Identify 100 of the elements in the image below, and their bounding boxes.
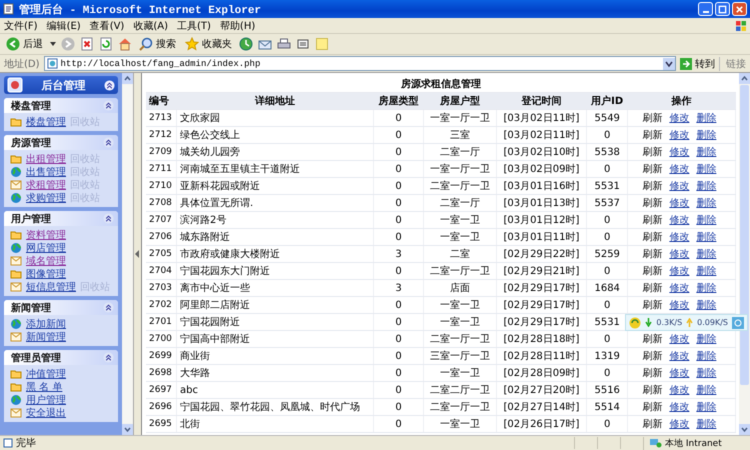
print-icon[interactable] (277, 37, 291, 51)
address-field[interactable]: http://localhost/fang_admin/index.php (44, 56, 676, 71)
refresh-link[interactable]: 刷新 (642, 385, 662, 396)
scrollbar[interactable] (739, 73, 750, 435)
menu-item[interactable]: 查看(V) (90, 18, 124, 32)
edit-link[interactable]: 修改 (669, 130, 690, 141)
menu-link[interactable]: 图像管理 (26, 266, 66, 280)
edit-link[interactable]: 修改 (669, 249, 690, 260)
delete-link[interactable]: 删除 (696, 232, 716, 243)
refresh-link[interactable]: 刷新 (642, 368, 662, 379)
refresh-link[interactable]: 刷新 (642, 266, 662, 277)
close-button[interactable] (732, 2, 747, 16)
delete-link[interactable]: 删除 (696, 130, 716, 141)
edit-link[interactable]: 修改 (669, 181, 690, 192)
menu-item[interactable]: 收藏(A) (133, 18, 168, 32)
menu-link[interactable]: 黑 名 单 (26, 380, 62, 394)
delete-link[interactable]: 删除 (696, 266, 716, 277)
delete-link[interactable]: 删除 (696, 181, 716, 192)
edit-link[interactable]: 修改 (669, 232, 690, 243)
delete-link[interactable]: 删除 (696, 368, 716, 379)
scrollbar[interactable] (122, 73, 133, 435)
scroll-down-button[interactable] (739, 424, 750, 435)
search-button[interactable]: 搜索 (137, 37, 178, 51)
refresh-link[interactable]: 刷新 (642, 147, 662, 158)
home-icon[interactable] (118, 37, 132, 51)
refresh-link[interactable]: 刷新 (642, 198, 662, 209)
delete-link[interactable]: 删除 (696, 249, 716, 260)
refresh-link[interactable]: 刷新 (642, 113, 662, 124)
collapse-icon[interactable] (103, 213, 114, 224)
refresh-link[interactable]: 刷新 (642, 300, 662, 311)
delete-link[interactable]: 删除 (696, 164, 716, 175)
minimize-button[interactable] (698, 2, 713, 16)
edit-link[interactable]: 修改 (669, 198, 690, 209)
edit-link[interactable]: 修改 (669, 351, 690, 362)
refresh-link[interactable]: 刷新 (642, 232, 662, 243)
refresh-link[interactable]: 刷新 (642, 215, 662, 226)
maximize-button[interactable] (715, 2, 730, 16)
scroll-down-button[interactable] (122, 424, 133, 435)
refresh-icon[interactable] (629, 316, 642, 328)
refresh-link[interactable]: 刷新 (642, 164, 662, 175)
delete-link[interactable]: 删除 (696, 300, 716, 311)
delete-link[interactable]: 删除 (696, 351, 716, 362)
refresh-link[interactable]: 刷新 (642, 249, 662, 260)
menu-link[interactable]: 楼盘管理 (26, 114, 66, 128)
edit-link[interactable]: 修改 (669, 334, 690, 345)
delete-link[interactable]: 删除 (696, 113, 716, 124)
links-button[interactable]: 链接 (719, 56, 746, 70)
menu-link[interactable]: 新闻管理 (26, 330, 66, 344)
menu-link[interactable]: 安全退出 (26, 406, 66, 420)
edit-link[interactable]: 修改 (669, 164, 690, 175)
history-icon[interactable] (239, 37, 253, 51)
delete-link[interactable]: 删除 (696, 215, 716, 226)
stop-icon[interactable] (80, 37, 94, 51)
refresh-icon[interactable] (99, 37, 113, 51)
collapse-icon[interactable] (103, 100, 114, 111)
collapse-icon[interactable] (104, 80, 115, 90)
collapse-icon[interactable] (103, 137, 114, 148)
menu-item[interactable]: 编辑(E) (46, 18, 81, 32)
collapse-icon[interactable] (103, 352, 114, 363)
menu-link[interactable]: 添加新闻 (26, 316, 66, 330)
collapse-icon[interactable] (103, 302, 114, 313)
edit-link[interactable]: 修改 (669, 402, 690, 413)
edit-link[interactable]: 修改 (669, 300, 690, 311)
menu-item[interactable]: 文件(F) (4, 18, 38, 32)
edit-link[interactable]: 修改 (669, 368, 690, 379)
favorites-button[interactable]: 收藏夹 (183, 37, 234, 51)
refresh-link[interactable]: 刷新 (642, 283, 662, 294)
scroll-up-button[interactable] (122, 73, 133, 84)
edit-link[interactable]: 修改 (669, 419, 690, 430)
menu-link[interactable]: 短信息管理 (26, 280, 76, 294)
delete-link[interactable]: 删除 (696, 283, 716, 294)
menu-link[interactable]: 网店管理 (26, 240, 66, 254)
menu-item[interactable]: 工具(T) (177, 18, 211, 32)
refresh-link[interactable]: 刷新 (642, 181, 662, 192)
scroll-up-button[interactable] (739, 73, 750, 84)
back-button[interactable]: 后退 (4, 37, 45, 51)
edit-link[interactable]: 修改 (669, 113, 690, 124)
delete-link[interactable]: 删除 (696, 385, 716, 396)
dropdown-arrow-icon[interactable] (50, 42, 56, 46)
menu-link[interactable]: 求购管理 (26, 190, 66, 204)
menu-link[interactable]: 出租管理 (26, 152, 66, 166)
delete-link[interactable]: 删除 (696, 402, 716, 413)
edit-link[interactable]: 修改 (669, 283, 690, 294)
menu-link[interactable]: 域名管理 (26, 254, 66, 268)
refresh-link[interactable]: 刷新 (642, 419, 662, 430)
menu-item[interactable]: 帮助(H) (220, 18, 256, 32)
edit-link[interactable]: 修改 (669, 147, 690, 158)
menu-link[interactable]: 出售管理 (26, 164, 66, 178)
delete-link[interactable]: 删除 (696, 198, 716, 209)
delete-link[interactable]: 删除 (696, 147, 716, 158)
edit-link[interactable]: 修改 (669, 385, 690, 396)
menu-link[interactable]: 求租管理 (26, 178, 66, 192)
browser-icon[interactable] (732, 316, 744, 328)
delete-link[interactable]: 删除 (696, 334, 716, 345)
menu-link[interactable]: 用户管理 (26, 392, 66, 406)
edit-icon[interactable] (296, 37, 310, 51)
edit-link[interactable]: 修改 (669, 266, 690, 277)
delete-link[interactable]: 删除 (696, 419, 716, 430)
refresh-link[interactable]: 刷新 (642, 334, 662, 345)
refresh-link[interactable]: 刷新 (642, 130, 662, 141)
